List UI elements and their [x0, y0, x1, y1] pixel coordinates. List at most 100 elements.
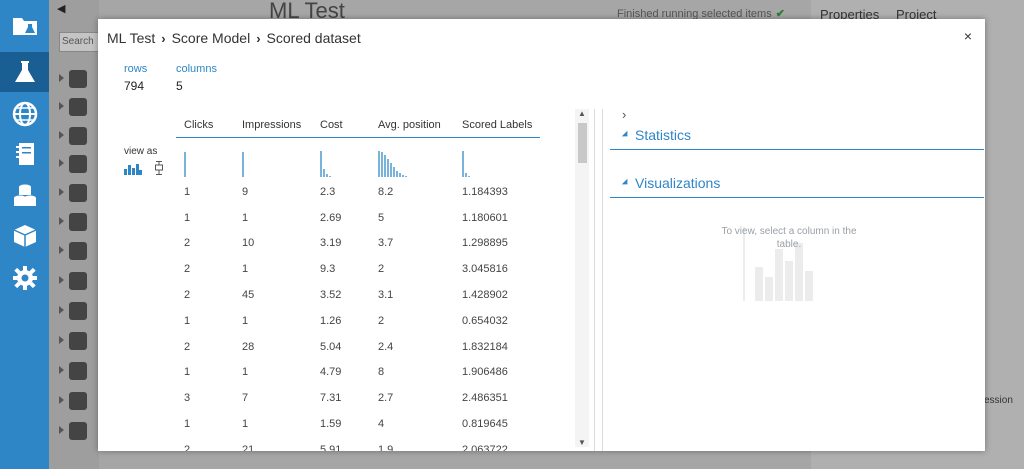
palette-category[interactable]: [59, 270, 99, 292]
table-cell[interactable]: 8: [370, 360, 454, 386]
breadcrumb-item[interactable]: Score Model: [172, 30, 251, 46]
table-cell[interactable]: 1: [234, 308, 312, 334]
experiments-icon[interactable]: [0, 52, 49, 92]
boxplot-view-icon[interactable]: [154, 161, 164, 175]
table-row[interactable]: 1 1 1.26 2 0.654032: [176, 308, 540, 334]
table-cell[interactable]: 1.298895: [454, 231, 540, 257]
collapse-palette-icon[interactable]: ◀: [57, 2, 65, 15]
table-cell[interactable]: 1.428902: [454, 282, 540, 308]
table-cell[interactable]: 2.7: [370, 385, 454, 411]
table-cell[interactable]: 3.52: [312, 282, 370, 308]
palette-category[interactable]: [59, 153, 99, 175]
table-cell[interactable]: 1: [234, 256, 312, 282]
column-header-clicks[interactable]: Clicks: [176, 113, 234, 138]
table-cell[interactable]: 2.69: [312, 205, 370, 231]
palette-category[interactable]: [59, 390, 99, 412]
statistics-section[interactable]: Statistics: [610, 127, 984, 150]
pane-divider[interactable]: [594, 109, 595, 451]
table-cell[interactable]: 5: [370, 205, 454, 231]
table-cell[interactable]: 2.063722: [454, 437, 540, 451]
column-histogram[interactable]: [454, 137, 540, 179]
table-cell[interactable]: 1.906486: [454, 360, 540, 386]
palette-category[interactable]: [59, 125, 99, 147]
table-row[interactable]: 2 28 5.04 2.4 1.832184: [176, 334, 540, 360]
palette-category[interactable]: [59, 182, 99, 204]
table-cell[interactable]: 3.1: [370, 282, 454, 308]
table-cell[interactable]: 9.3: [312, 256, 370, 282]
palette-category[interactable]: [59, 240, 99, 262]
close-button[interactable]: ×: [964, 28, 972, 44]
table-cell[interactable]: 7: [234, 385, 312, 411]
table-scrollbar[interactable]: ▲ ▼: [575, 109, 589, 447]
table-cell[interactable]: 2: [370, 256, 454, 282]
table-cell[interactable]: 1: [234, 205, 312, 231]
web-services-icon[interactable]: [0, 94, 49, 134]
table-cell[interactable]: 8.2: [370, 179, 454, 205]
table-row[interactable]: 1 1 4.79 8 1.906486: [176, 360, 540, 386]
table-cell[interactable]: 1.832184: [454, 334, 540, 360]
table-cell[interactable]: 2.3: [312, 179, 370, 205]
table-row[interactable]: 2 45 3.52 3.1 1.428902: [176, 282, 540, 308]
breadcrumb-item[interactable]: ML Test: [107, 30, 155, 46]
table-cell[interactable]: 5.04: [312, 334, 370, 360]
table-cell[interactable]: 2: [176, 231, 234, 257]
table-cell[interactable]: 2: [176, 437, 234, 451]
scroll-thumb[interactable]: [578, 123, 587, 163]
table-cell[interactable]: 3.19: [312, 231, 370, 257]
column-histogram[interactable]: [176, 137, 234, 179]
table-cell[interactable]: 1: [176, 360, 234, 386]
table-cell[interactable]: 4.79: [312, 360, 370, 386]
column-header-cost[interactable]: Cost: [312, 113, 370, 138]
table-cell[interactable]: 1.184393: [454, 179, 540, 205]
palette-category[interactable]: [59, 211, 99, 233]
column-histogram[interactable]: [234, 137, 312, 179]
table-cell[interactable]: 0.819645: [454, 411, 540, 437]
histogram-view-icon[interactable]: [124, 163, 142, 175]
table-cell[interactable]: 3.7: [370, 231, 454, 257]
trained-models-icon[interactable]: [0, 216, 49, 256]
table-cell[interactable]: 1: [176, 308, 234, 334]
table-cell[interactable]: 2.486351: [454, 385, 540, 411]
table-cell[interactable]: 1: [234, 360, 312, 386]
table-row[interactable]: 1 1 2.69 5 1.180601: [176, 205, 540, 231]
palette-category[interactable]: [59, 300, 99, 322]
column-header-impressions[interactable]: Impressions: [234, 113, 312, 138]
table-cell[interactable]: 2.4: [370, 334, 454, 360]
palette-category[interactable]: [59, 68, 99, 90]
table-cell[interactable]: 4: [370, 411, 454, 437]
column-header-scored-labels[interactable]: Scored Labels: [454, 113, 541, 138]
table-cell[interactable]: 3.045816: [454, 256, 540, 282]
table-cell[interactable]: 1.9: [370, 437, 454, 451]
column-histogram[interactable]: [312, 137, 370, 179]
table-cell[interactable]: 7.31: [312, 385, 370, 411]
table-row[interactable]: 1 1 1.59 4 0.819645: [176, 411, 540, 437]
palette-category[interactable]: [59, 330, 99, 352]
visualizations-section[interactable]: Visualizations: [610, 175, 984, 198]
table-cell[interactable]: 1: [234, 411, 312, 437]
table-cell[interactable]: 45: [234, 282, 312, 308]
table-cell[interactable]: 10: [234, 231, 312, 257]
column-header-avg-position[interactable]: Avg. position: [370, 113, 454, 138]
table-cell[interactable]: 2: [176, 282, 234, 308]
table-cell[interactable]: 1: [176, 411, 234, 437]
table-cell[interactable]: 5.91: [312, 437, 370, 451]
table-row[interactable]: 3 7 7.31 2.7 2.486351: [176, 385, 540, 411]
table-cell[interactable]: 28: [234, 334, 312, 360]
table-cell[interactable]: 2: [370, 308, 454, 334]
datasets-icon[interactable]: [0, 176, 49, 216]
table-cell[interactable]: 2: [176, 334, 234, 360]
table-cell[interactable]: 0.654032: [454, 308, 540, 334]
table-cell[interactable]: 1.59: [312, 411, 370, 437]
table-row[interactable]: 1 9 2.3 8.2 1.184393: [176, 179, 540, 205]
table-cell[interactable]: 3: [176, 385, 234, 411]
palette-search-input[interactable]: Search: [59, 32, 99, 52]
palette-category[interactable]: [59, 360, 99, 382]
table-row[interactable]: 2 1 9.3 2 3.045816: [176, 256, 540, 282]
scroll-down-icon[interactable]: ▼: [578, 438, 586, 447]
column-histogram[interactable]: [370, 137, 454, 179]
table-cell[interactable]: 21: [234, 437, 312, 451]
table-cell[interactable]: 1.26: [312, 308, 370, 334]
table-cell[interactable]: 9: [234, 179, 312, 205]
table-cell[interactable]: 2: [176, 256, 234, 282]
settings-icon[interactable]: [0, 258, 49, 298]
